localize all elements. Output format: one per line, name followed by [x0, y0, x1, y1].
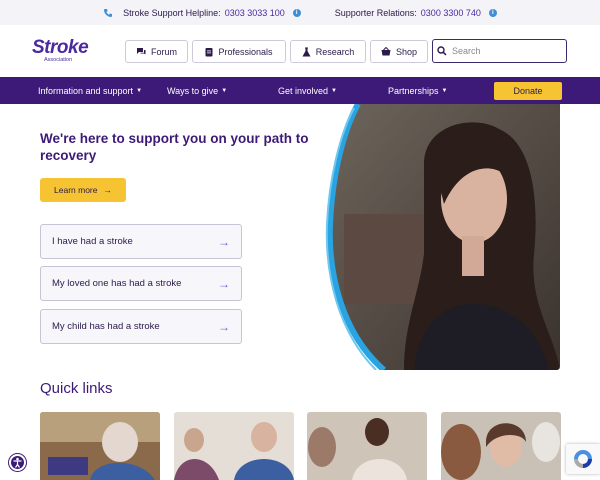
caret-down-icon: ▼	[331, 87, 337, 94]
arrow-right-icon: →	[103, 185, 112, 195]
learn-more-button[interactable]: Learn more →	[40, 178, 126, 202]
caret-down-icon: ▼	[136, 87, 143, 94]
caret-down-icon: ▼	[441, 87, 448, 94]
nav-item-information-and-support[interactable]: Information and support ▼	[38, 77, 142, 104]
donate-button[interactable]: Donate	[494, 82, 562, 100]
nav-item-label: Ways to give	[167, 85, 219, 96]
choice-child-has-had-a-stroke[interactable]: My child has had a stroke →	[40, 309, 242, 344]
arrow-right-icon: →	[218, 276, 230, 291]
hero-section: We're here to support you on your path t…	[0, 104, 600, 372]
quick-link-card-3[interactable]	[307, 412, 427, 480]
stroke-association-logo[interactable]: Stroke Association	[32, 38, 92, 68]
nav-item-ways-to-give[interactable]: Ways to give ▼	[167, 77, 227, 104]
logo-wordmark: Stroke	[32, 37, 89, 58]
info-icon[interactable]: i	[488, 8, 497, 17]
choice-label: My loved one has had a stroke	[52, 278, 182, 289]
hero-photo	[325, 104, 560, 370]
helpline-label: Stroke Support Helpline:	[123, 7, 221, 18]
flask-icon	[302, 47, 311, 56]
shop-button[interactable]: Shop	[370, 40, 428, 63]
chat-icon	[136, 48, 146, 55]
relations-group: Supporter Relations: 0300 3300 740 i	[335, 8, 497, 18]
arrow-right-icon: →	[218, 319, 230, 334]
choice-label: My child has had a stroke	[52, 321, 160, 332]
hero-heading: We're here to support you on your path t…	[40, 131, 309, 163]
research-button[interactable]: Research	[290, 40, 366, 63]
info-icon[interactable]: i	[292, 8, 301, 17]
arrow-right-icon: →	[218, 234, 230, 249]
nav-item-get-involved[interactable]: Get involved ▼	[278, 77, 337, 104]
phone-icon	[104, 8, 113, 17]
accessibility-icon[interactable]	[9, 454, 26, 471]
quick-links-title: Quick links	[40, 380, 113, 397]
caret-down-icon: ▼	[221, 87, 228, 94]
clipboard-icon	[205, 47, 213, 56]
quick-link-card-2[interactable]	[174, 412, 294, 480]
forum-label: Forum	[150, 46, 177, 57]
helpline-group: Stroke Support Helpline: 0303 3033 100 i	[103, 8, 301, 18]
nav-item-label: Partnerships	[388, 85, 439, 96]
choice-label: I have had a stroke	[52, 236, 133, 247]
relations-label: Supporter Relations:	[334, 7, 417, 18]
recaptcha-icon	[574, 450, 592, 468]
site-header: Stroke Association Forum Professionals R…	[0, 25, 600, 77]
quick-link-card-4[interactable]	[441, 412, 561, 480]
main-nav: Information and support ▼ Ways to give ▼…	[0, 77, 600, 104]
research-label: Research	[315, 46, 355, 57]
utility-bar: Stroke Support Helpline: 0303 3033 100 i…	[0, 0, 600, 25]
relations-number-link[interactable]: 0300 3300 740	[421, 8, 481, 18]
professionals-label: Professionals	[218, 46, 273, 57]
choice-i-have-had-a-stroke[interactable]: I have had a stroke →	[40, 224, 242, 259]
nav-item-label: Information and support	[38, 85, 134, 96]
helpline-number-link[interactable]: 0303 3033 100	[225, 8, 285, 18]
search-input[interactable]	[452, 46, 552, 56]
search-icon	[437, 46, 447, 56]
nav-item-partnerships[interactable]: Partnerships ▼	[388, 77, 447, 104]
nav-item-label: Get involved	[278, 85, 329, 96]
recaptcha-badge[interactable]	[566, 444, 600, 474]
professionals-button[interactable]: Professionals	[192, 40, 286, 63]
basket-icon	[381, 47, 391, 56]
learn-more-label: Learn more	[54, 185, 98, 195]
quick-link-card-1[interactable]	[40, 412, 160, 480]
search-box[interactable]	[432, 39, 567, 63]
forum-button[interactable]: Forum	[125, 40, 188, 63]
shop-label: Shop	[395, 46, 418, 57]
choice-loved-one-has-had-a-stroke[interactable]: My loved one has had a stroke →	[40, 266, 242, 301]
